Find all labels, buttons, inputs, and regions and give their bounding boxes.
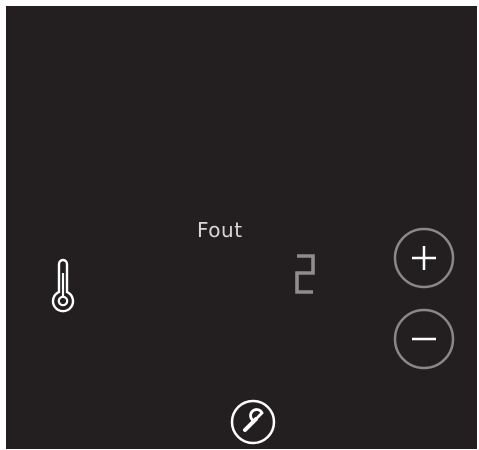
plus-icon [412, 246, 436, 270]
seven-segment-digit [295, 254, 315, 294]
increase-button[interactable] [392, 226, 456, 290]
error-label: Fout [197, 218, 243, 242]
wrench-icon [243, 408, 264, 432]
thermometer-icon [51, 258, 75, 313]
decrease-button[interactable] [392, 307, 456, 371]
service-button[interactable] [229, 398, 277, 446]
control-panel: Fout 2 [6, 6, 477, 449]
